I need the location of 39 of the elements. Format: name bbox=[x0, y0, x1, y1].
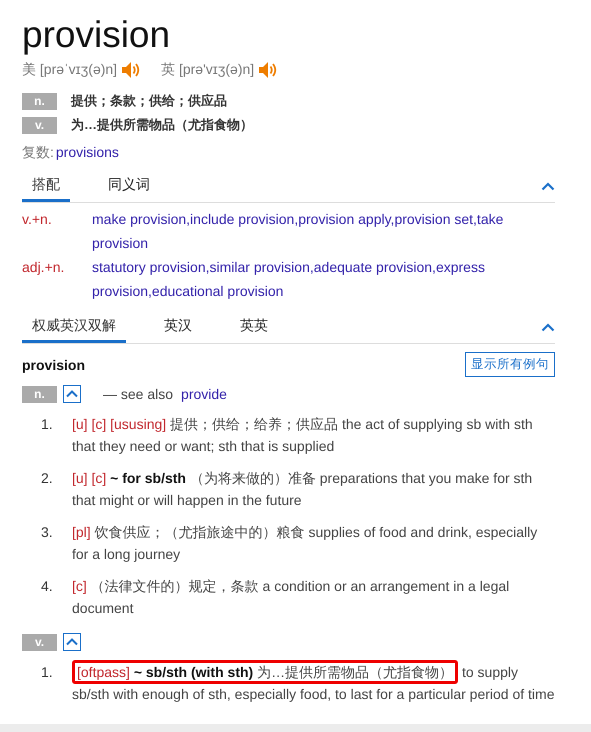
phonetic: 英 [prə'vɪʒ(ə)n] bbox=[161, 61, 254, 79]
plural-link[interactable]: provisions bbox=[56, 144, 119, 160]
sense-number: 2. bbox=[40, 469, 54, 488]
sense-number: 4. bbox=[40, 577, 54, 596]
collocation-pattern: adj.+n. bbox=[22, 258, 66, 277]
collapse-icon[interactable] bbox=[63, 633, 81, 651]
see-also-link[interactable]: provide bbox=[181, 386, 227, 402]
meaning-text: 提供；条款；供给；供应品 bbox=[71, 92, 227, 110]
sense-number: 1. bbox=[40, 663, 54, 682]
sense-definition: [c] （法律文件的）规定，条款 a condition or an arrangement in a legal document bbox=[72, 577, 510, 618]
show-examples-button[interactable]: 显示所有例句 bbox=[465, 352, 555, 377]
collapse-icon[interactable] bbox=[541, 322, 555, 332]
pos-label: v. bbox=[22, 634, 57, 650]
collapse-icon[interactable] bbox=[63, 385, 81, 403]
tab[interactable]: 同义词 bbox=[98, 170, 160, 202]
sense-definition: [u] [c] ~ for sb/sth （为将来做的）准备 preparations that you make for sth that might or will happen in the future bbox=[72, 469, 534, 510]
sense-number: 3. bbox=[40, 523, 54, 542]
pos-label: n. bbox=[22, 386, 57, 402]
collocation-pattern: v.+n. bbox=[22, 210, 53, 229]
plural-label: 复数: bbox=[22, 144, 54, 160]
sense-definition: [oftpass] ~ sb/sth (with sth) 为…提供所需物品（尤指食物） to supply sb/sth with enough of sth, especially food, to last for a particular period of time bbox=[72, 661, 555, 705]
speaker-icon[interactable] bbox=[258, 60, 278, 80]
tab[interactable]: 权威英汉双解 bbox=[22, 311, 126, 343]
sense-number: 1. bbox=[40, 415, 54, 434]
entry-word: provision bbox=[22, 356, 86, 372]
tab[interactable]: 英英 bbox=[230, 311, 278, 343]
pos-label: v. bbox=[22, 116, 57, 134]
pos-label: n. bbox=[22, 92, 57, 110]
speaker-icon[interactable] bbox=[121, 60, 142, 80]
meaning-text: 为…提供所需物品（尤指食物） bbox=[71, 116, 253, 134]
tab[interactable]: 英汉 bbox=[154, 311, 202, 343]
see-also-label: — see also bbox=[103, 386, 174, 402]
phonetic: 美 [prəˈvɪʒ(ə)n] bbox=[22, 61, 118, 79]
collapse-icon[interactable] bbox=[541, 182, 555, 190]
sense-definition: [u] [c] [ususing] 提供；供给；给养；供应品 the act of supplying sb with sth that they need or want; sth that is supplied bbox=[72, 415, 534, 456]
collocation-list[interactable]: statutory provision,similar provision,adequate provision,express provision,educational provision bbox=[92, 255, 555, 303]
headword: provision bbox=[22, 13, 172, 57]
sense-definition: [pl] 饮食供应；（尤指旅途中的）粮食 supplies of food and drink, especially for a long journey bbox=[72, 523, 538, 564]
tab[interactable]: 搭配 bbox=[22, 170, 70, 202]
